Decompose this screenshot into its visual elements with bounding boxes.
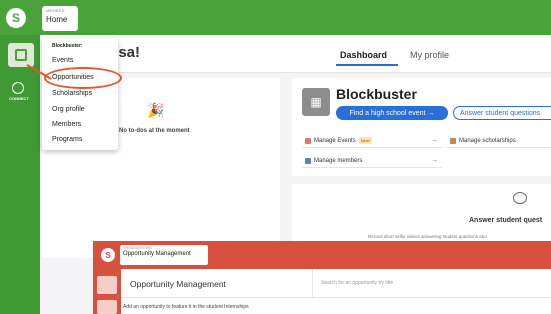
calendar-icon: [305, 137, 311, 144]
breadcrumb-context: MEMBER: [46, 8, 65, 13]
breadcrumb-current: Home: [46, 15, 68, 24]
top-nav-bar: [0, 0, 551, 35]
answer-card-subtitle: Record short selfie videos answering stu…: [368, 234, 487, 239]
overlay-breadcrumb[interactable]: ORGANIZATIONS Opportunity Management: [120, 245, 208, 265]
opportunity-search-input[interactable]: Search for an opportunity by title: [312, 269, 551, 297]
sidebar-item-home[interactable]: [8, 43, 34, 67]
manage-events-link[interactable]: Manage Events New! →: [302, 134, 442, 148]
menu-item-org-profile[interactable]: Org profile: [52, 106, 85, 113]
find-event-button[interactable]: Find a high school event →: [336, 106, 448, 120]
highlight-circle: [44, 67, 122, 89]
manage-scholarships-link[interactable]: Manage scholarships: [447, 134, 551, 148]
manage-scholarships-label: Manage scholarships: [459, 137, 516, 144]
arrow-right-icon: →: [431, 137, 438, 144]
answer-questions-button[interactable]: Answer student questions: [453, 106, 551, 120]
overlay-sidebar-item-home[interactable]: [97, 276, 117, 294]
tab-dashboard[interactable]: Dashboard: [340, 50, 387, 60]
breadcrumb[interactable]: MEMBER Home: [42, 6, 78, 31]
manage-members-link[interactable]: Manage members →: [302, 154, 442, 168]
todo-empty-text: No to-dos at the moment: [119, 128, 190, 134]
overlay-logo-icon[interactable]: S: [101, 248, 115, 262]
overlay-sidebar-item[interactable]: [97, 300, 117, 314]
tab-my-profile[interactable]: My profile: [410, 50, 449, 60]
scholarship-icon: [450, 137, 456, 144]
overlay-breadcrumb-current: Opportunity Management: [123, 251, 191, 257]
menu-item-programs[interactable]: Programs: [52, 136, 82, 143]
arrow-right-icon: →: [431, 157, 438, 164]
menu-item-scholarships[interactable]: Scholarships: [52, 90, 92, 97]
menu-item-events[interactable]: Events: [52, 57, 73, 64]
chat-bubble-icon: ···: [513, 192, 527, 204]
overlay-page-title: Opportunity Management: [130, 279, 226, 289]
home-icon: [15, 49, 27, 61]
divider: [121, 297, 551, 298]
dropdown-header: Blockbuster:: [52, 43, 83, 49]
menu-item-members[interactable]: Members: [52, 121, 81, 128]
building-icon: ▦: [302, 88, 330, 116]
globe-icon[interactable]: [12, 82, 24, 94]
party-popper-icon: 🎉: [147, 102, 165, 118]
sidebar-item-connect-label[interactable]: CONNECT: [4, 96, 34, 101]
new-badge: New!: [358, 137, 372, 144]
app-logo-icon[interactable]: S: [6, 8, 26, 28]
manage-events-label: Manage Events: [314, 137, 356, 144]
manage-members-label: Manage members: [314, 157, 363, 164]
members-icon: [305, 157, 311, 164]
answer-card-title: Answer student quest: [469, 217, 543, 224]
org-name: Blockbuster: [336, 86, 417, 102]
active-tab-indicator: [336, 64, 398, 66]
sidebar: [0, 35, 40, 314]
overlay-info-text: Add an opportunity to feature it in the …: [123, 304, 249, 310]
